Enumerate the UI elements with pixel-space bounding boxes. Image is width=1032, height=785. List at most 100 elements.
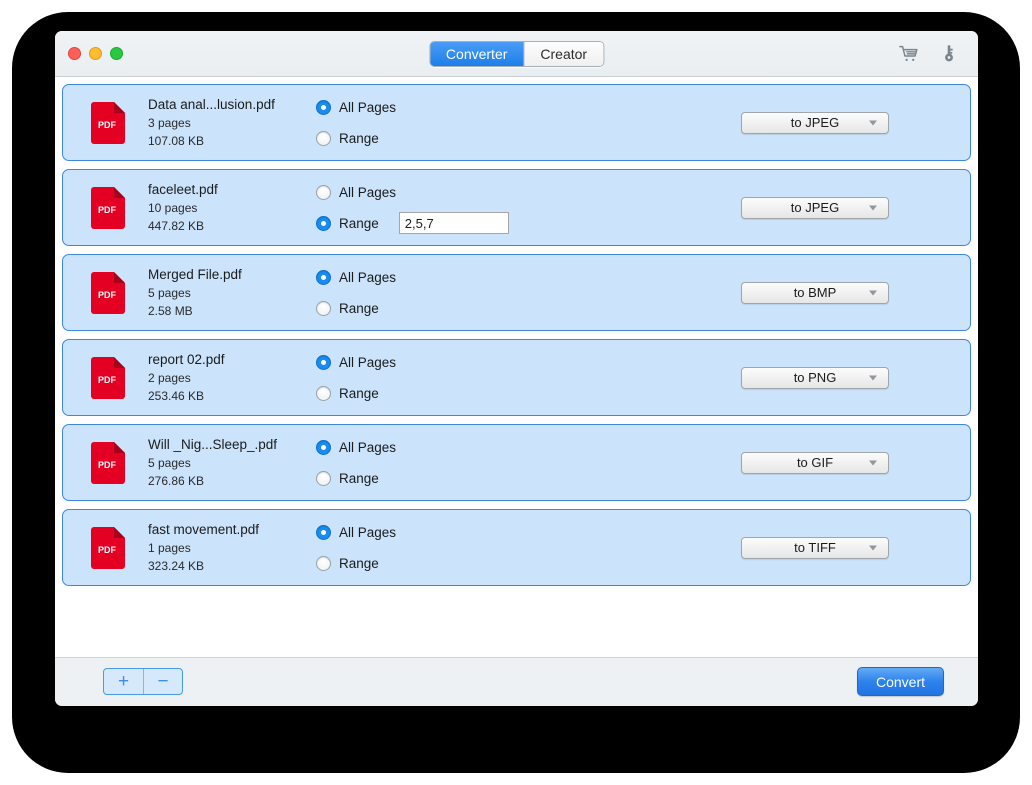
file-meta: Will _Nig...Sleep_.pdf 5 pages 276.86 KB	[148, 437, 308, 488]
file-name: fast movement.pdf	[148, 522, 308, 537]
all-pages-option[interactable]: All Pages	[316, 523, 516, 541]
all-pages-radio[interactable]	[316, 100, 331, 115]
range-radio[interactable]	[316, 131, 331, 146]
output-format-label: to JPEG	[791, 200, 839, 215]
output-format-dropdown[interactable]: to JPEG	[741, 112, 889, 134]
svg-text:PDF: PDF	[98, 290, 117, 300]
range-option[interactable]: Range	[316, 554, 516, 572]
table-row[interactable]: PDF Will _Nig...Sleep_.pdf 5 pages 276.8…	[62, 424, 971, 501]
range-label: Range	[339, 216, 379, 231]
all-pages-option[interactable]: All Pages	[316, 183, 516, 201]
range-label: Range	[339, 131, 379, 146]
tab-creator-label: Creator	[540, 46, 587, 62]
file-pages: 2 pages	[148, 371, 308, 385]
all-pages-option[interactable]: All Pages	[316, 438, 516, 456]
table-row[interactable]: PDF report 02.pdf 2 pages 253.46 KB All …	[62, 339, 971, 416]
all-pages-option[interactable]: All Pages	[316, 353, 516, 371]
tab-converter-label: Converter	[446, 46, 507, 62]
output-format-label: to BMP	[794, 285, 837, 300]
file-name: Merged File.pdf	[148, 267, 308, 282]
pdf-file-icon: PDF	[90, 101, 126, 145]
file-pages: 5 pages	[148, 456, 308, 470]
all-pages-option[interactable]: All Pages	[316, 268, 516, 286]
svg-text:PDF: PDF	[98, 545, 117, 555]
file-list[interactable]: PDF Data anal...lusion.pdf 3 pages 107.0…	[55, 77, 978, 657]
tab-creator[interactable]: Creator	[523, 42, 603, 66]
page-selection-group: All Pages Range	[316, 523, 516, 572]
toolbar-icons	[898, 43, 960, 65]
convert-button[interactable]: Convert	[857, 667, 944, 696]
all-pages-label: All Pages	[339, 525, 396, 540]
convert-button-label: Convert	[876, 674, 925, 690]
chevron-down-icon	[869, 290, 877, 295]
file-name: report 02.pdf	[148, 352, 308, 367]
range-label: Range	[339, 556, 379, 571]
range-option[interactable]: Range	[316, 384, 516, 402]
remove-file-button[interactable]: −	[143, 669, 182, 694]
close-button[interactable]	[68, 47, 81, 60]
key-icon[interactable]	[938, 43, 960, 65]
all-pages-radio[interactable]	[316, 440, 331, 455]
output-format-dropdown[interactable]: to TIFF	[741, 537, 889, 559]
output-format-label: to PNG	[794, 370, 837, 385]
range-option[interactable]: Range	[316, 214, 516, 232]
svg-text:PDF: PDF	[98, 375, 117, 385]
output-format-label: to JPEG	[791, 115, 839, 130]
all-pages-option[interactable]: All Pages	[316, 98, 516, 116]
file-pages: 10 pages	[148, 201, 308, 215]
range-option[interactable]: Range	[316, 299, 516, 317]
minimize-button[interactable]	[89, 47, 102, 60]
output-format-dropdown[interactable]: to JPEG	[741, 197, 889, 219]
table-row[interactable]: PDF Merged File.pdf 5 pages 2.58 MB All …	[62, 254, 971, 331]
range-label: Range	[339, 301, 379, 316]
range-radio[interactable]	[316, 556, 331, 571]
range-label: Range	[339, 386, 379, 401]
range-radio[interactable]	[316, 216, 331, 231]
range-input[interactable]	[399, 212, 509, 234]
page-selection-group: All Pages Range	[316, 183, 516, 232]
file-size: 107.08 KB	[148, 134, 308, 148]
all-pages-radio[interactable]	[316, 525, 331, 540]
page-selection-group: All Pages Range	[316, 353, 516, 402]
maximize-button[interactable]	[110, 47, 123, 60]
output-format-dropdown[interactable]: to BMP	[741, 282, 889, 304]
svg-text:PDF: PDF	[98, 120, 117, 130]
file-size: 447.82 KB	[148, 219, 308, 233]
page-selection-group: All Pages Range	[316, 98, 516, 147]
table-row[interactable]: PDF Data anal...lusion.pdf 3 pages 107.0…	[62, 84, 971, 161]
output-format-dropdown[interactable]: to GIF	[741, 452, 889, 474]
chevron-down-icon	[869, 205, 877, 210]
cart-icon[interactable]	[898, 43, 920, 65]
output-format-dropdown[interactable]: to PNG	[741, 367, 889, 389]
file-size: 253.46 KB	[148, 389, 308, 403]
tab-converter[interactable]: Converter	[430, 42, 523, 66]
range-radio[interactable]	[316, 471, 331, 486]
all-pages-label: All Pages	[339, 100, 396, 115]
all-pages-radio[interactable]	[316, 270, 331, 285]
footer-toolbar: + − Convert	[55, 657, 978, 706]
range-radio[interactable]	[316, 301, 331, 316]
table-row[interactable]: PDF fast movement.pdf 1 pages 323.24 KB …	[62, 509, 971, 586]
all-pages-label: All Pages	[339, 440, 396, 455]
chevron-down-icon	[869, 460, 877, 465]
range-option[interactable]: Range	[316, 129, 516, 147]
range-option[interactable]: Range	[316, 469, 516, 487]
file-meta: Merged File.pdf 5 pages 2.58 MB	[148, 267, 308, 318]
table-row[interactable]: PDF faceleet.pdf 10 pages 447.82 KB All …	[62, 169, 971, 246]
file-name: Data anal...lusion.pdf	[148, 97, 308, 112]
range-radio[interactable]	[316, 386, 331, 401]
all-pages-label: All Pages	[339, 185, 396, 200]
pdf-file-icon: PDF	[90, 526, 126, 570]
chevron-down-icon	[869, 120, 877, 125]
pdf-file-icon: PDF	[90, 356, 126, 400]
all-pages-label: All Pages	[339, 270, 396, 285]
file-name: faceleet.pdf	[148, 182, 308, 197]
pdf-file-icon: PDF	[90, 441, 126, 485]
output-format-label: to GIF	[797, 455, 833, 470]
add-file-button[interactable]: +	[104, 669, 143, 694]
all-pages-radio[interactable]	[316, 185, 331, 200]
file-pages: 1 pages	[148, 541, 308, 555]
file-meta: report 02.pdf 2 pages 253.46 KB	[148, 352, 308, 403]
all-pages-radio[interactable]	[316, 355, 331, 370]
file-meta: faceleet.pdf 10 pages 447.82 KB	[148, 182, 308, 233]
